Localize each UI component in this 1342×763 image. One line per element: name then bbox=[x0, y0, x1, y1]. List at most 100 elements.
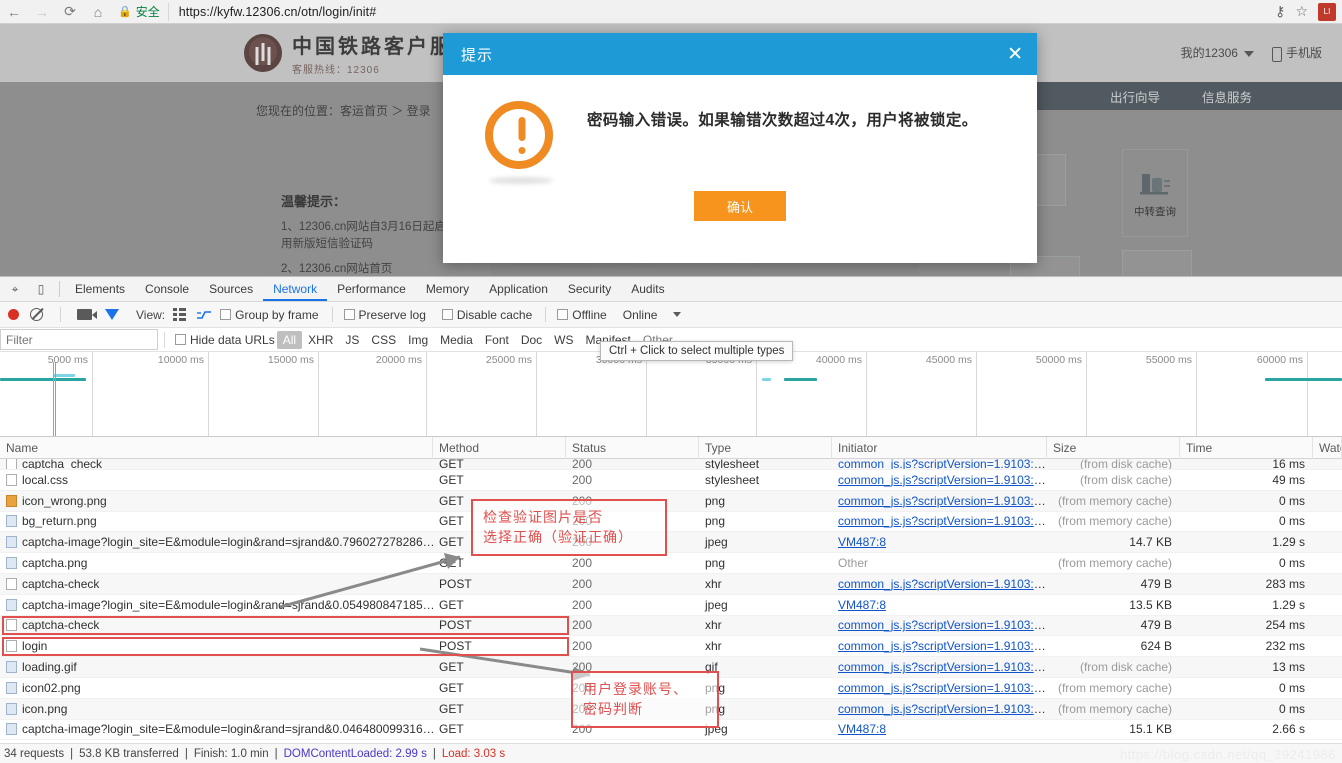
table-row[interactable]: captcha.png GET 200 png Other (from memory ca… bbox=[0, 553, 1342, 574]
close-icon[interactable]: ✕ bbox=[1007, 45, 1023, 64]
filter-type-ws[interactable]: WS bbox=[548, 331, 579, 349]
initiator-link[interactable]: common_js.js?scriptVersion=1.9103:21 bbox=[838, 459, 1047, 469]
chevron-down-icon[interactable] bbox=[673, 312, 682, 317]
cell-initiator[interactable]: common_js.js?scriptVersion=1.9103:21 bbox=[832, 702, 1047, 716]
funnel-icon[interactable] bbox=[105, 309, 119, 320]
table-row[interactable]: captcha-check POST 200 xhr common_js.js?scri… bbox=[0, 573, 1342, 595]
initiator-link[interactable]: common_js.js?scriptVersion=1.9103:21 bbox=[838, 494, 1047, 508]
throttling-select[interactable]: Online bbox=[623, 308, 658, 322]
initiator-link[interactable]: VM487:8 bbox=[838, 722, 886, 736]
inspect-element-icon[interactable]: ⌖ bbox=[2, 277, 28, 301]
group-by-frame-toggle[interactable]: Group by frame bbox=[220, 308, 319, 322]
cell-name[interactable]: captcha-check bbox=[0, 577, 433, 591]
tab-console[interactable]: Console bbox=[135, 277, 199, 301]
table-row[interactable]: captcha-image?login_site=E&module=login&… bbox=[0, 532, 1342, 554]
filter-type-doc[interactable]: Doc bbox=[515, 331, 548, 349]
initiator-link[interactable]: common_js.js?scriptVersion=1.9103:21 bbox=[838, 473, 1047, 487]
filter-type-xhr[interactable]: XHR bbox=[302, 331, 339, 349]
initiator-link[interactable]: common_js.js?scriptVersion=1.9103:21 bbox=[838, 702, 1047, 716]
mobile-version-link[interactable]: 手机版 bbox=[1271, 44, 1322, 62]
column-header-status[interactable]: Status bbox=[566, 436, 699, 459]
quick-card-frame-bottom[interactable] bbox=[1122, 250, 1192, 276]
tab-audits[interactable]: Audits bbox=[621, 277, 674, 301]
cell-initiator[interactable]: common_js.js?scriptVersion=1.9103:21 bbox=[832, 681, 1047, 695]
tab-network[interactable]: Network bbox=[263, 277, 327, 301]
cell-initiator[interactable]: common_js.js?scriptVersion=1.9103:21 bbox=[832, 577, 1047, 591]
device-toolbar-icon[interactable]: ▯ bbox=[28, 277, 54, 301]
column-header-waterfall[interactable]: Waterfall bbox=[1313, 436, 1342, 459]
cell-initiator[interactable]: VM487:8 bbox=[832, 598, 1047, 612]
cell-name[interactable]: local.css bbox=[0, 473, 433, 487]
filter-type-img[interactable]: Img bbox=[402, 331, 434, 349]
nav-item-travel-guide[interactable]: 出行向导 bbox=[1110, 87, 1160, 106]
initiator-link[interactable]: common_js.js?scriptVersion=1.9103:21 bbox=[838, 618, 1047, 632]
my-account-menu[interactable]: 我的12306 bbox=[1181, 44, 1254, 61]
initiator-link[interactable]: VM487:8 bbox=[838, 535, 886, 549]
cell-name[interactable]: captcha-image?login_site=E&module=login&… bbox=[0, 722, 433, 736]
initiator-link[interactable]: common_js.js?scriptVersion=1.9103:21 bbox=[838, 639, 1047, 653]
cell-name[interactable]: captcha-image?login_site=E&module=login&… bbox=[0, 598, 433, 612]
filter-type-css[interactable]: CSS bbox=[365, 331, 402, 349]
tab-security[interactable]: Security bbox=[558, 277, 621, 301]
column-header-size[interactable]: Size bbox=[1047, 436, 1180, 459]
initiator-link[interactable]: VM487:8 bbox=[838, 598, 886, 612]
key-icon[interactable]: ⚷ bbox=[1275, 3, 1285, 20]
clear-icon[interactable] bbox=[30, 308, 43, 321]
back-arrow-icon[interactable]: ← bbox=[0, 1, 28, 23]
table-row[interactable]: captcha-image?login_site=E&module=login&… bbox=[0, 595, 1342, 616]
hide-data-urls-toggle[interactable]: Hide data URLs bbox=[175, 333, 275, 347]
cell-name[interactable]: captcha-image?login_site=E&module=login&… bbox=[0, 535, 433, 549]
address-bar-url[interactable]: https://kyfw.12306.cn/otn/login/init# bbox=[179, 5, 377, 19]
column-header-initiator[interactable]: Initiator bbox=[832, 436, 1047, 459]
table-row[interactable]: captcha_check GET 200 stylesheet common_js.j… bbox=[0, 459, 1342, 470]
quick-card-transfer-query[interactable]: 中转查询 bbox=[1122, 149, 1188, 237]
initiator-link[interactable]: common_js.js?scriptVersion=1.9103:21 bbox=[838, 514, 1047, 528]
tab-elements[interactable]: Elements bbox=[65, 277, 135, 301]
cell-name[interactable]: icon.png bbox=[0, 702, 433, 716]
table-row[interactable]: bg_return.pngGET200pngcommon_js.js?scrip… bbox=[0, 512, 1342, 533]
preserve-log-toggle[interactable]: Preserve log bbox=[343, 308, 426, 322]
tab-memory[interactable]: Memory bbox=[416, 277, 479, 301]
filter-type-js[interactable]: JS bbox=[339, 331, 365, 349]
column-header-time[interactable]: Time bbox=[1180, 436, 1313, 459]
filter-type-all[interactable]: All bbox=[276, 330, 303, 349]
cell-initiator[interactable]: common_js.js?scriptVersion=1.9103:21 bbox=[832, 494, 1047, 508]
cell-name[interactable]: captcha.png bbox=[0, 556, 433, 570]
site-security-indicator[interactable]: 🔒 安全 bbox=[118, 2, 169, 21]
cell-initiator[interactable]: common_js.js?scriptVersion=1.9103:77 bbox=[832, 660, 1047, 674]
cell-initiator[interactable]: common_js.js?scriptVersion=1.9103:21 bbox=[832, 514, 1047, 528]
home-icon[interactable]: ⌂ bbox=[84, 1, 112, 23]
extension-badge[interactable]: LI bbox=[1318, 2, 1336, 21]
cell-initiator[interactable]: common_js.js?scriptVersion=1.9103:21 bbox=[832, 639, 1047, 653]
cell-name[interactable]: icon_wrong.png bbox=[0, 494, 433, 508]
initiator-link[interactable]: common_js.js?scriptVersion=1.9103:77 bbox=[838, 660, 1047, 674]
cell-name[interactable]: captcha_check bbox=[0, 459, 433, 469]
tab-performance[interactable]: Performance bbox=[327, 277, 416, 301]
camera-icon[interactable] bbox=[77, 309, 97, 320]
cell-initiator[interactable]: common_js.js?scriptVersion=1.9103:21 bbox=[832, 473, 1047, 487]
network-overview-timeline[interactable]: 5000 ms 10000 ms 15000 ms 20000 ms 25000… bbox=[0, 352, 1342, 437]
cell-name[interactable]: icon02.png bbox=[0, 681, 433, 695]
initiator-link[interactable]: Other bbox=[838, 556, 868, 570]
cell-name[interactable]: loading.gif bbox=[0, 660, 433, 674]
cell-name[interactable]: bg_return.png bbox=[0, 514, 433, 528]
cell-initiator[interactable]: VM487:8 bbox=[832, 535, 1047, 549]
column-header-name[interactable]: Name bbox=[0, 436, 433, 459]
column-header-method[interactable]: Method bbox=[433, 436, 566, 459]
disable-cache-toggle[interactable]: Disable cache bbox=[441, 308, 532, 322]
cell-initiator[interactable]: common_js.js?scriptVersion=1.9103:21 bbox=[832, 618, 1047, 632]
record-stop-icon[interactable] bbox=[8, 309, 19, 320]
filter-type-font[interactable]: Font bbox=[479, 331, 515, 349]
reload-icon[interactable]: ⟳ bbox=[56, 1, 84, 23]
tab-application[interactable]: Application bbox=[479, 277, 558, 301]
forward-arrow-icon[interactable]: → bbox=[28, 1, 56, 23]
filter-type-media[interactable]: Media bbox=[434, 331, 479, 349]
list-view-icon[interactable] bbox=[173, 308, 187, 321]
cell-initiator[interactable]: common_js.js?scriptVersion=1.9103:21 bbox=[832, 459, 1047, 469]
initiator-link[interactable]: common_js.js?scriptVersion=1.9103:21 bbox=[838, 577, 1047, 591]
waterfall-view-icon[interactable] bbox=[196, 309, 212, 321]
nav-item-info-service[interactable]: 信息服务 bbox=[1202, 87, 1252, 106]
initiator-link[interactable]: common_js.js?scriptVersion=1.9103:21 bbox=[838, 681, 1047, 695]
confirm-button[interactable]: 确认 bbox=[694, 191, 786, 221]
table-row[interactable]: icon_wrong.pngGET200pngcommon_js.js?scri… bbox=[0, 490, 1342, 512]
